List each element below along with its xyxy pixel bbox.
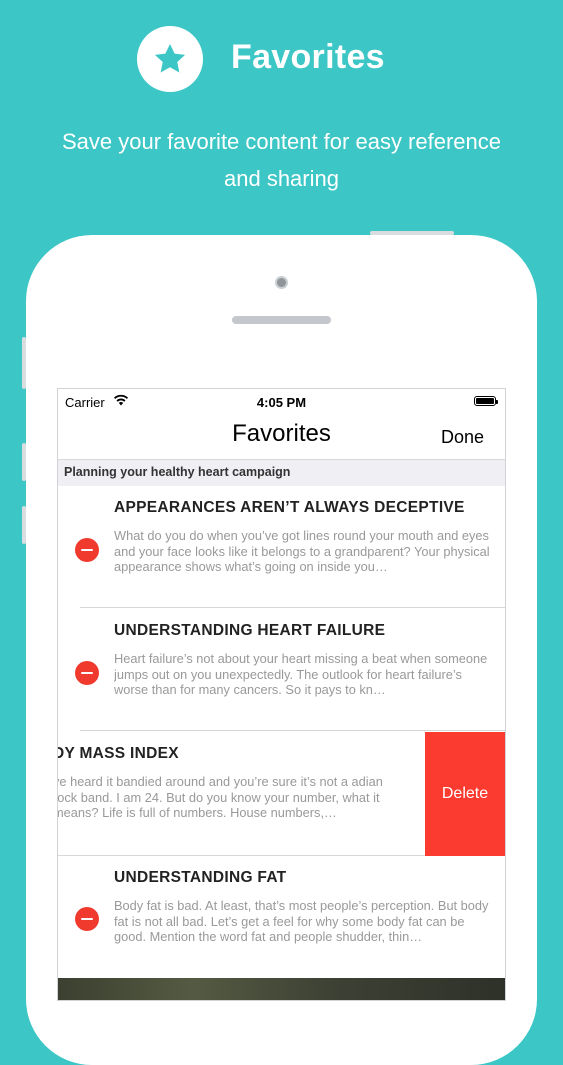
item-body: What do you do when you’ve got lines rou… — [114, 528, 490, 574]
row-divider — [80, 607, 505, 608]
article-thumbnail-image[interactable] — [58, 978, 505, 1000]
list-item[interactable]: APPEARANCES AREN’T ALWAYS DECEPTIVE What… — [58, 486, 505, 608]
list-item[interactable]: UNDERSTANDING HEART FAILURE Heart failur… — [58, 609, 505, 731]
row-divider — [80, 730, 505, 731]
delete-circle-icon[interactable] — [75, 661, 99, 685]
hero-title: Favorites — [231, 38, 385, 76]
camera-icon — [275, 276, 288, 289]
done-button[interactable]: Done — [441, 427, 484, 448]
hero-subtitle-line: Save your favorite content for easy refe… — [61, 129, 501, 154]
speaker-grille — [232, 316, 331, 324]
hero-subtitle-line: and sharing — [224, 166, 339, 191]
list-item[interactable]: UNDERSTANDING FAT Body fat is bad. At le… — [58, 856, 505, 978]
delete-circle-icon[interactable] — [75, 907, 99, 931]
phone-screen: Carrier 4:05 PM Favorites Done Planning … — [57, 388, 506, 1001]
item-title: UNDERSTANDING FAT — [114, 869, 287, 886]
item-body: Body fat is bad. At least, that’s most p… — [114, 898, 489, 944]
item-title: APPEARANCES AREN’T ALWAYS DECEPTIVE — [114, 499, 465, 516]
delete-circle-icon[interactable] — [75, 538, 99, 562]
section-header: Planning your healthy heart campaign — [58, 460, 505, 486]
navigation-bar: Favorites Done — [58, 413, 505, 460]
star-icon — [154, 43, 186, 73]
status-bar: Carrier 4:05 PM — [58, 389, 505, 413]
item-title: UNDERSTANDING HEART FAILURE — [114, 622, 386, 639]
status-time: 4:05 PM — [256, 395, 307, 410]
item-body: Heart failure’s not about your heart mis… — [114, 651, 488, 697]
item-title: DY MASS INDEX — [58, 745, 179, 762]
nav-title: Favorites — [232, 420, 331, 447]
swipe-delete-button[interactable]: Delete — [425, 732, 505, 856]
item-body: ve heard it bandied around and you’re su… — [58, 774, 383, 820]
battery-icon — [474, 396, 498, 406]
hero-subtitle: Save your favorite content for easy refe… — [30, 123, 533, 197]
favorites-badge — [137, 26, 203, 92]
